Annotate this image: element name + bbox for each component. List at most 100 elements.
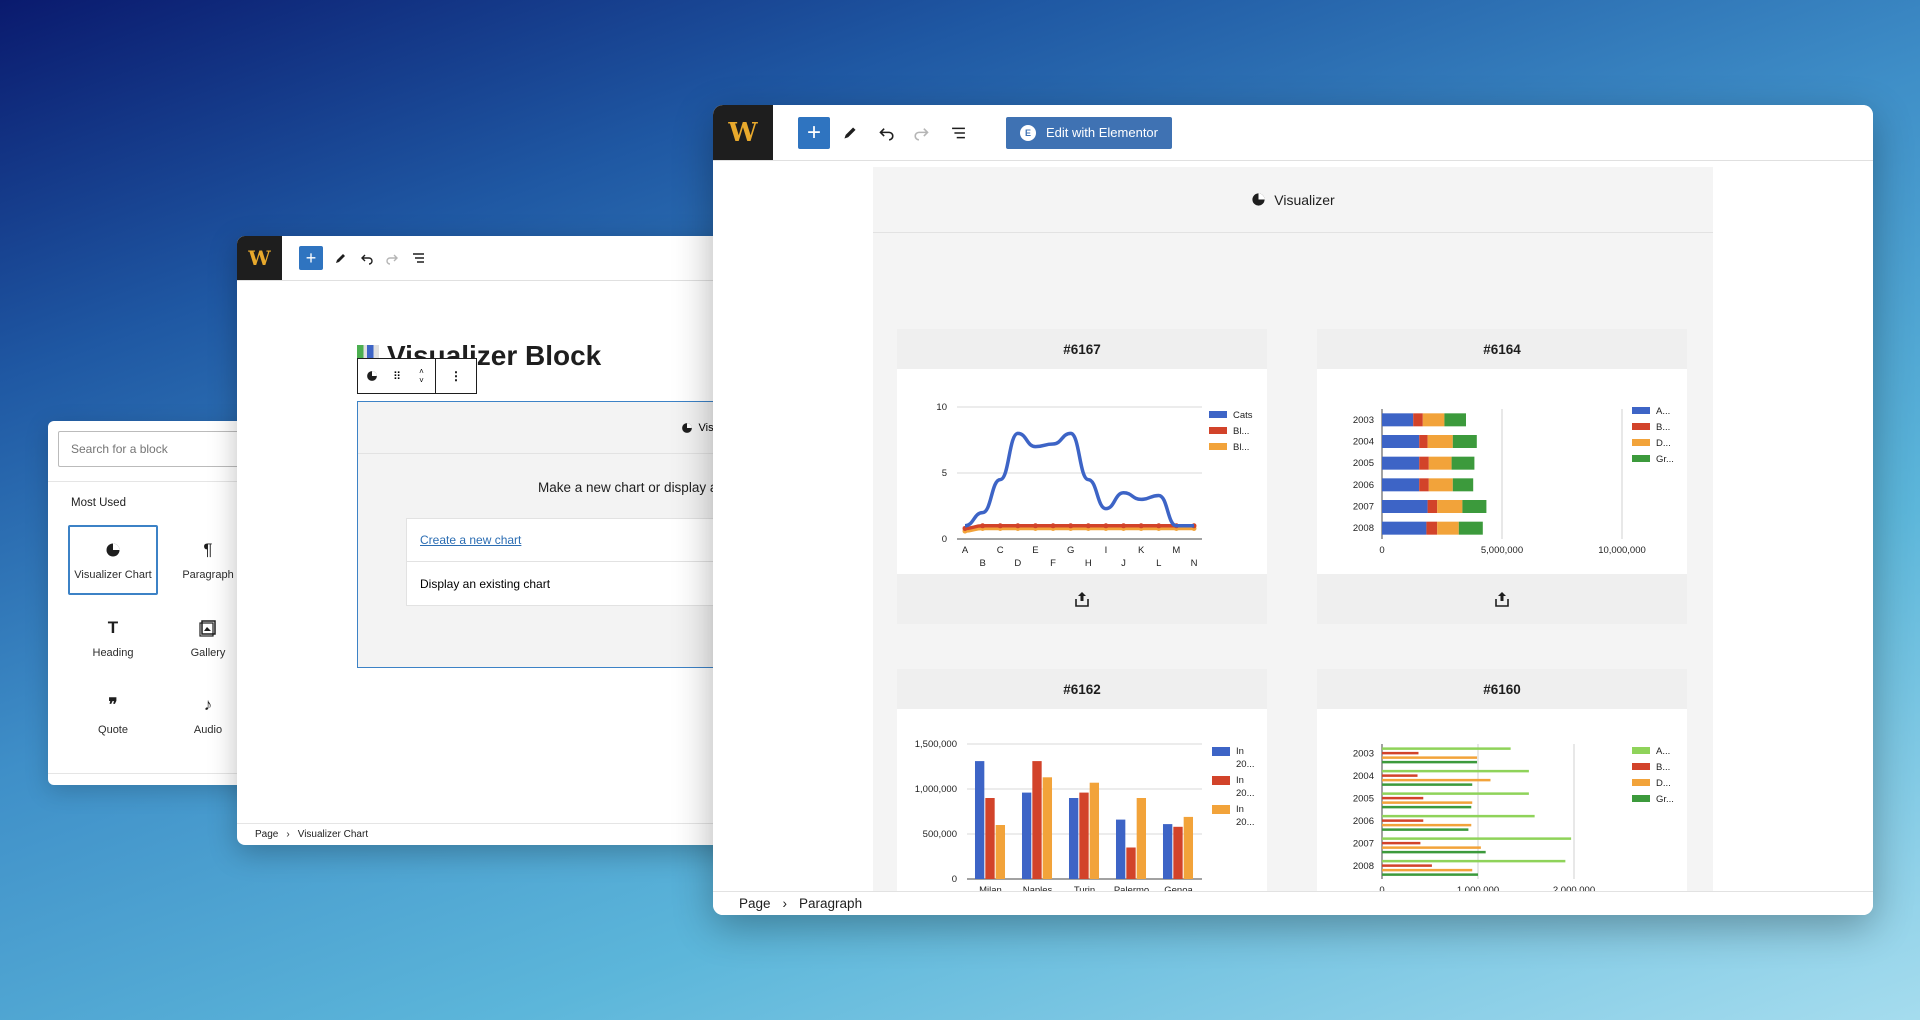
more-options-icon[interactable]: ⋮ <box>436 359 476 393</box>
bar-segment <box>1382 456 1420 470</box>
pilcrow-icon: ¶ <box>203 540 213 559</box>
legend-swatch <box>1632 455 1650 462</box>
block-heading[interactable]: T Heading <box>68 603 158 673</box>
bar <box>1382 751 1419 755</box>
edit-icon[interactable] <box>327 252 353 265</box>
x-tick-label: 5,000,000 <box>1481 545 1523 556</box>
bar <box>1382 778 1491 782</box>
x-tick-label: B <box>979 558 985 569</box>
pie-chart-icon <box>681 422 692 433</box>
bar <box>1382 841 1421 845</box>
editor-toolbar: W + E Edit with Elementor <box>713 105 1873 161</box>
bar-segment <box>1427 435 1453 448</box>
legend-label: In <box>1236 746 1244 757</box>
legend-swatch <box>1632 439 1650 446</box>
stacked-bar-chart: 0 5,000,000 10,000,000 2003 2004 2005 2006 2007… <box>1353 406 1674 556</box>
chart-card-6164[interactable]: #6164 0 5,000,000 10,000,000 2003 2004 2005 20… <box>1317 329 1687 624</box>
display-existing-chart-option[interactable]: Display an existing chart <box>406 562 757 606</box>
bar <box>1382 828 1469 831</box>
chart-card-6162[interactable]: #6162 0 500,000 1,000,000 1,500,000 Milan Nap… <box>897 669 1267 896</box>
column-bar <box>1183 816 1194 879</box>
bar-segment <box>1427 500 1438 513</box>
chart-card-6160[interactable]: #6160 0 1,000,000 2,000,000 2003 2004 2005 200… <box>1317 669 1687 896</box>
block-inserter-panel: Most Used Visualizer Chart ¶ Paragraph T… <box>48 421 268 785</box>
legend-label: In <box>1236 775 1244 786</box>
block-label: Visualizer Chart <box>74 569 152 581</box>
legend-swatch <box>1632 407 1650 414</box>
bar-segment <box>1413 413 1423 427</box>
breadcrumb-item-page[interactable]: Page <box>739 896 771 911</box>
edit-icon[interactable] <box>832 125 868 141</box>
bar-segment <box>1419 456 1429 470</box>
bar <box>1382 760 1478 764</box>
legend-label: Gr... <box>1656 794 1674 805</box>
data-point <box>1103 523 1109 529</box>
insert-chart-icon[interactable] <box>1495 591 1509 607</box>
legend-swatch <box>1632 423 1650 430</box>
bar <box>1382 814 1535 818</box>
visualizer-block[interactable]: Visualizer Make a new chart or display a… <box>357 401 757 668</box>
y-tick-label: 0 <box>952 874 957 885</box>
drag-handle-icon[interactable]: ⠿ <box>386 359 408 393</box>
bar-segment <box>1419 435 1428 448</box>
bar <box>1382 859 1566 863</box>
y-tick-label: 500,000 <box>923 829 957 840</box>
legend-label: A... <box>1656 406 1670 417</box>
legend-swatch <box>1209 427 1227 434</box>
list-view-icon[interactable] <box>940 126 976 140</box>
create-new-chart-link[interactable]: Create a new chart <box>406 518 757 562</box>
pie-chart-icon[interactable] <box>358 359 386 393</box>
legend-swatch <box>1212 776 1230 785</box>
y-tick-label: 2006 <box>1353 480 1374 491</box>
undo-icon[interactable] <box>868 125 904 141</box>
chart-id: #6167 <box>897 329 1267 369</box>
x-tick-label: I <box>1105 545 1108 556</box>
y-tick-label: 10 <box>936 402 947 413</box>
x-tick-label: G <box>1067 545 1074 556</box>
horizontal-bar-chart: 0 1,000,000 2,000,000200320042005200620072… <box>1353 744 1674 896</box>
redo-icon[interactable] <box>379 252 405 265</box>
bar <box>1382 747 1511 750</box>
list-view-icon[interactable] <box>405 252 431 264</box>
redo-icon[interactable] <box>904 125 940 141</box>
bar-segment <box>1437 500 1463 513</box>
chevron-right-icon: › <box>782 896 788 911</box>
bar-segment <box>1419 478 1429 492</box>
data-point <box>1015 523 1021 529</box>
breadcrumb-item-paragraph[interactable]: Paragraph <box>799 896 862 911</box>
legend-label: A... <box>1656 746 1670 757</box>
add-block-button[interactable]: + <box>798 116 830 149</box>
block-visualizer-chart[interactable]: Visualizer Chart <box>68 525 158 595</box>
breadcrumb-item-page[interactable]: Page <box>255 829 278 840</box>
bar <box>1382 769 1529 773</box>
site-logo[interactable]: W <box>237 236 282 280</box>
quote-icon: ❞ <box>108 695 118 714</box>
column-bar <box>995 825 1006 879</box>
column-bar <box>1068 798 1079 879</box>
bar-segment <box>1428 478 1453 492</box>
legend-label: 20... <box>1236 817 1255 828</box>
move-up-down-icon[interactable]: ˄ ˅ <box>408 359 436 393</box>
block-toolbar: ⠿ ˄ ˅ ⋮ <box>357 358 477 394</box>
y-tick-label: 0 <box>942 534 947 545</box>
heading-icon: T <box>107 618 119 637</box>
visualizer-label: Visualizer <box>1274 191 1335 208</box>
add-block-button[interactable]: + <box>299 246 323 270</box>
breadcrumb-item-visualizer-chart[interactable]: Visualizer Chart <box>298 829 368 840</box>
legend-swatch <box>1632 763 1650 770</box>
data-point <box>997 523 1003 529</box>
data-point <box>1138 523 1144 529</box>
legend-label: 20... <box>1236 759 1255 770</box>
bar-segment <box>1452 478 1474 492</box>
bar-segment <box>1458 521 1483 535</box>
edit-with-elementor-button[interactable]: E Edit with Elementor <box>1006 116 1172 149</box>
bar <box>1382 864 1432 867</box>
site-logo[interactable]: W <box>713 105 773 160</box>
insert-chart-icon[interactable] <box>1075 591 1089 607</box>
undo-icon[interactable] <box>353 252 379 265</box>
chart-card-6167[interactable]: #6167 0 5 10 A B C D E F G H I J K L M N Cats Bl... Bl... <box>897 329 1267 624</box>
bar-segment <box>1462 500 1487 513</box>
chart-id: #6162 <box>897 669 1267 709</box>
block-quote[interactable]: ❞ Quote <box>68 680 158 750</box>
visualizer-block-header: Visualizer <box>358 402 757 454</box>
